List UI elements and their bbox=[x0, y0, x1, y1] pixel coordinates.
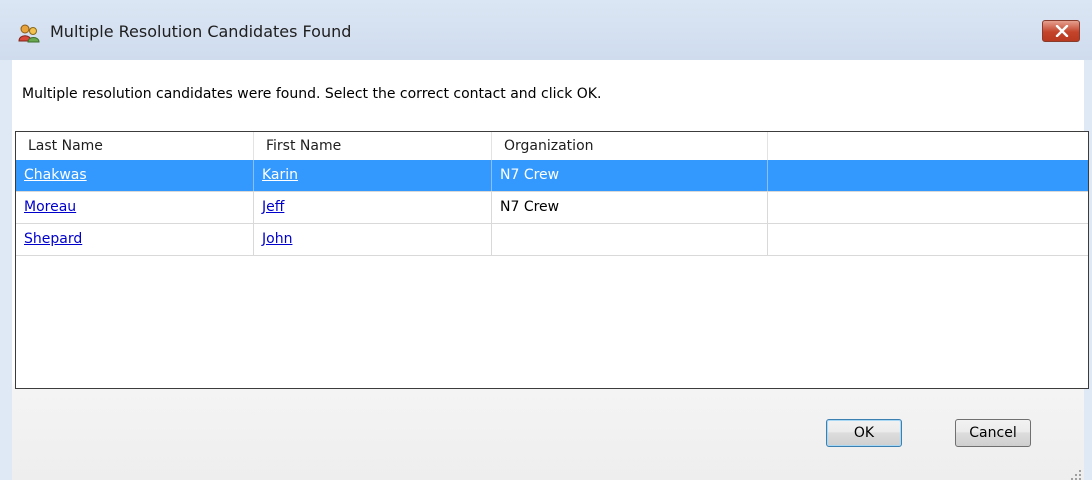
first-name-link[interactable]: Jeff bbox=[262, 199, 284, 215]
organization-cell bbox=[492, 224, 768, 255]
first-name-link[interactable]: Karin bbox=[262, 167, 298, 183]
organization-cell: N7 Crew bbox=[492, 160, 768, 191]
column-header-last-name[interactable]: Last Name bbox=[16, 132, 254, 160]
dialog-window: Multiple Resolution Candidates Found Mul… bbox=[0, 0, 1092, 480]
window-title: Multiple Resolution Candidates Found bbox=[50, 22, 352, 41]
resize-grip-icon[interactable] bbox=[1070, 466, 1082, 480]
first-name-link[interactable]: John bbox=[262, 231, 292, 247]
contacts-app-icon bbox=[18, 22, 40, 44]
table-header: Last Name First Name Organization bbox=[16, 132, 1088, 161]
close-button[interactable] bbox=[1042, 20, 1080, 42]
table-row[interactable]: Shepard John bbox=[16, 224, 1088, 256]
last-name-link[interactable]: Moreau bbox=[24, 199, 76, 215]
empty-cell bbox=[768, 192, 1088, 223]
table-row[interactable]: Chakwas Karin N7 Crew bbox=[16, 160, 1088, 192]
table-row[interactable]: Moreau Jeff N7 Crew bbox=[16, 192, 1088, 224]
title-bar[interactable]: Multiple Resolution Candidates Found bbox=[0, 0, 1092, 60]
column-header-organization[interactable]: Organization bbox=[492, 132, 768, 160]
last-name-link[interactable]: Shepard bbox=[24, 231, 82, 247]
close-icon bbox=[1055, 25, 1069, 37]
instruction-text: Multiple resolution candidates were foun… bbox=[22, 86, 602, 102]
last-name-link[interactable]: Chakwas bbox=[24, 167, 87, 183]
candidates-table[interactable]: Last Name First Name Organization Chakwa… bbox=[15, 131, 1089, 389]
column-header-empty bbox=[768, 132, 1088, 160]
cancel-button[interactable]: Cancel bbox=[955, 419, 1031, 447]
empty-cell bbox=[768, 160, 1088, 191]
organization-cell: N7 Crew bbox=[492, 192, 768, 223]
empty-cell bbox=[768, 224, 1088, 255]
dialog-content: Multiple resolution candidates were foun… bbox=[12, 60, 1089, 480]
column-header-first-name[interactable]: First Name bbox=[254, 132, 492, 160]
ok-button[interactable]: OK bbox=[826, 419, 902, 447]
